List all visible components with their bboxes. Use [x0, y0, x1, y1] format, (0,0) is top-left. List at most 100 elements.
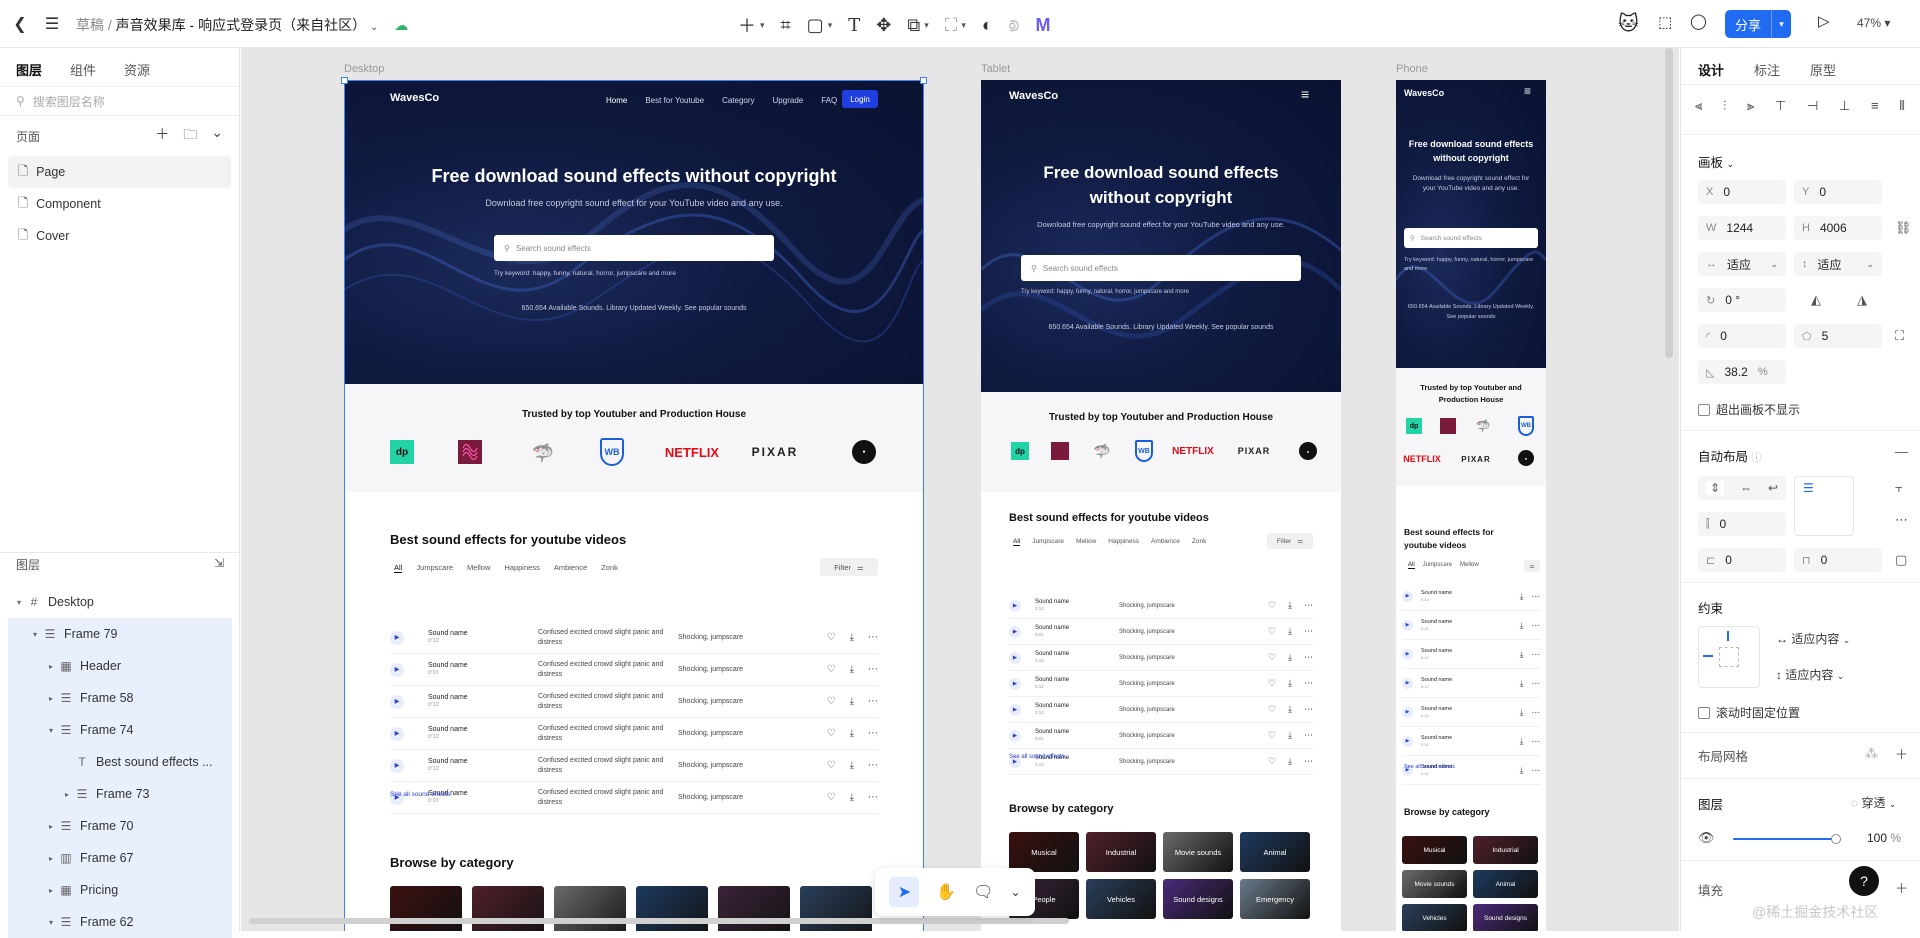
- align-left-icon[interactable]: ⫷: [1695, 98, 1702, 114]
- frame-section-title[interactable]: 画板 ⌄: [1698, 152, 1734, 171]
- pointer-icon[interactable]: ➤: [889, 877, 920, 907]
- frame-label-desktop[interactable]: Desktop: [344, 63, 384, 75]
- layer-item[interactable]: ▸ ☰ Frame 73: [8, 778, 232, 810]
- play-icon[interactable]: ▷: [1818, 12, 1830, 30]
- layer-item[interactable]: ▾ # Desktop: [8, 586, 232, 618]
- padding-settings-icon[interactable]: ▢: [1895, 552, 1907, 568]
- horizontal-scrollbar[interactable]: [249, 918, 1069, 924]
- chevron-down-icon[interactable]: ▾: [1771, 10, 1791, 38]
- text-tool[interactable]: T: [848, 12, 860, 38]
- flip-vertical-icon[interactable]: ◮: [1857, 292, 1867, 308]
- add-grid-icon[interactable]: ＋: [1895, 744, 1908, 763]
- component-tool[interactable]: ✥: [876, 12, 891, 38]
- vertical-scrollbar[interactable]: [1665, 48, 1673, 358]
- comment-icon[interactable]: 🗨: [973, 882, 993, 902]
- tab-components[interactable]: 组件: [70, 60, 96, 86]
- padding-h-input[interactable]: ⊏ 0: [1698, 548, 1786, 572]
- layer-item[interactable]: ▸ ☰ Frame 58: [8, 682, 232, 714]
- page-item[interactable]: 🗋 Page: [8, 156, 231, 188]
- notification-icon[interactable]: ◯: [1690, 12, 1707, 30]
- height-input[interactable]: H 4006: [1794, 216, 1882, 240]
- align-middle-icon[interactable]: ⊣: [1807, 98, 1818, 114]
- align-settings-icon[interactable]: ⫟: [1895, 480, 1903, 496]
- crop-tool[interactable]: ⟄: [1009, 12, 1020, 38]
- back-icon[interactable]: ❮: [6, 10, 34, 38]
- design-canvas[interactable]: Desktop Tablet Phone WavesCo Home Best f…: [241, 48, 1679, 931]
- blend-mode-select[interactable]: ◌ 穿透 ⌄: [1851, 794, 1896, 811]
- layer-item[interactable]: ▸ ▥ Frame 67: [8, 842, 232, 874]
- insert-tool[interactable]: ＋ ▾: [738, 12, 765, 38]
- theme-tool[interactable]: ◐: [982, 12, 993, 38]
- independent-corners-icon[interactable]: ⛶: [1895, 328, 1904, 344]
- alignment-grid[interactable]: ☰: [1794, 476, 1854, 536]
- collapse-all-icon[interactable]: ⇲: [214, 556, 224, 573]
- rotation-input[interactable]: ↻ 0 °: [1698, 288, 1786, 312]
- layer-item[interactable]: ▾ ☰ Frame 74: [8, 714, 232, 746]
- vertical-constraint-select[interactable]: ↕ 适应内容 ⌄: [1776, 666, 1844, 683]
- expand-icon[interactable]: ▾: [44, 726, 58, 735]
- tab-design[interactable]: 设计: [1698, 60, 1724, 84]
- opacity-value[interactable]: 100 %: [1867, 831, 1901, 845]
- boolean-tool[interactable]: ⧉ ▾: [907, 12, 928, 38]
- chevron-down-icon[interactable]: ⌄: [1010, 885, 1020, 899]
- points-input[interactable]: ⬠ 5: [1794, 324, 1882, 348]
- vertical-direction-icon[interactable]: ⇕: [1705, 481, 1725, 495]
- expand-icon[interactable]: ▸: [44, 854, 58, 863]
- avatar[interactable]: 🐱: [1618, 11, 1639, 36]
- mask-tool[interactable]: ⛶ ▾: [945, 12, 966, 38]
- expand-icon[interactable]: ▸: [44, 694, 58, 703]
- resize-handle[interactable]: [341, 77, 348, 84]
- horizontal-direction-icon[interactable]: ⇔: [1740, 481, 1752, 495]
- grid-style-icon[interactable]: ⁂: [1865, 746, 1878, 762]
- expand-icon[interactable]: ▸: [44, 662, 58, 671]
- align-center-h-icon[interactable]: ⫶: [1723, 98, 1726, 114]
- ratio-input[interactable]: ◺ 38.2%: [1698, 360, 1786, 384]
- fixed-scroll-checkbox[interactable]: 滚动时固定位置: [1698, 704, 1800, 721]
- breadcrumb-root[interactable]: 草稿: [76, 17, 104, 33]
- expand-icon[interactable]: ▸: [44, 886, 58, 895]
- more-icon[interactable]: ⋯: [1895, 512, 1908, 528]
- distribute-icon[interactable]: ≡: [1871, 98, 1879, 114]
- layer-item[interactable]: ▾ ☰ Frame 62: [8, 906, 232, 938]
- remove-autolayout-icon[interactable]: —: [1895, 444, 1908, 459]
- share-button[interactable]: 分享 ▾: [1725, 10, 1791, 38]
- layer-item[interactable]: ▸ ▦ Pricing: [8, 874, 232, 906]
- clip-content-checkbox[interactable]: 超出画板不显示: [1698, 401, 1800, 418]
- shape-tool[interactable]: ▢ ▾: [807, 12, 833, 38]
- desktop-frame[interactable]: WavesCo Home Best for Youtube Category U…: [344, 80, 924, 931]
- tab-prototype[interactable]: 原型: [1810, 60, 1836, 84]
- search-input[interactable]: 搜索图层名称: [33, 93, 105, 110]
- page-item[interactable]: 🗋 Cover: [8, 220, 231, 252]
- direction-toggle[interactable]: ⇕ ⇔ ↩: [1698, 476, 1786, 500]
- padding-v-input[interactable]: ⊓ 0: [1794, 548, 1882, 572]
- width-mode-select[interactable]: ↔ 适应 ⌄: [1698, 252, 1786, 276]
- help-button[interactable]: ?: [1849, 866, 1879, 896]
- tab-layers[interactable]: 图层: [16, 60, 42, 86]
- zoom-level[interactable]: 47% ▾: [1857, 16, 1890, 30]
- tablet-frame[interactable]: WavesCo ≡ Free download sound effects wit…: [981, 80, 1341, 931]
- expand-icon[interactable]: ▸: [60, 790, 74, 799]
- plugin-icon[interactable]: ⬚: [1658, 13, 1672, 31]
- align-bottom-icon[interactable]: ⊥: [1839, 98, 1850, 114]
- tab-annotation[interactable]: 标注: [1754, 60, 1780, 84]
- phone-frame[interactable]: WavesCo ≡ Free download sound effects wi…: [1396, 80, 1546, 931]
- expand-icon[interactable]: ▾: [12, 598, 26, 607]
- align-top-icon[interactable]: ⊤: [1775, 98, 1786, 114]
- hand-icon[interactable]: ✋: [936, 882, 956, 902]
- width-input[interactable]: W 1244: [1698, 216, 1786, 240]
- expand-icon[interactable]: ▾: [28, 630, 42, 639]
- opacity-slider-thumb[interactable]: [1831, 834, 1841, 844]
- layer-item[interactable]: ▸ ▦ Header: [8, 650, 232, 682]
- page-item[interactable]: 🗋 Component: [8, 188, 231, 220]
- folder-icon[interactable]: 🗀: [183, 124, 197, 148]
- corner-radius-input[interactable]: ◜ 0: [1698, 324, 1786, 348]
- resize-handle[interactable]: [920, 77, 927, 84]
- layer-item[interactable]: T Best sound effects ...: [8, 746, 232, 778]
- add-page-icon[interactable]: ＋: [155, 124, 169, 148]
- layer-search[interactable]: ⚲ 搜索图层名称: [0, 86, 239, 116]
- link-icon[interactable]: ⛓: [1895, 220, 1912, 236]
- tab-assets[interactable]: 资源: [124, 60, 150, 86]
- frame-tool[interactable]: ⌗: [781, 12, 791, 38]
- eye-icon[interactable]: 👁: [1698, 830, 1715, 846]
- ai-tool[interactable]: M: [1036, 12, 1051, 38]
